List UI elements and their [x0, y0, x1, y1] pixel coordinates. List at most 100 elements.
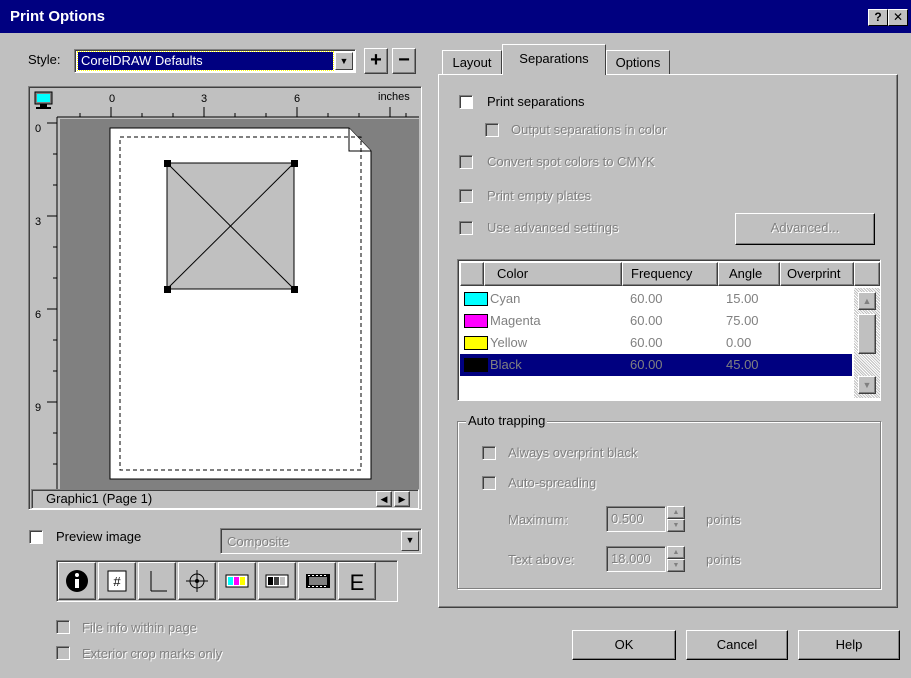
film-negative-icon[interactable]	[298, 562, 336, 600]
auto-trapping-group: Auto trapping Always overprint black Aut…	[457, 413, 881, 589]
preview-image-checkbox[interactable]	[29, 530, 43, 544]
preview-mode-value: Composite	[227, 534, 290, 549]
page-preview[interactable]	[109, 127, 375, 481]
table-row[interactable]: Yellow 60.00 0.00	[460, 332, 852, 354]
cell-color: Black	[490, 357, 522, 372]
file-info-label[interactable]: File info within page	[82, 620, 197, 635]
maximum-spin-up-icon[interactable]: ▲	[667, 506, 685, 519]
advanced-button[interactable]: Advanced...	[735, 213, 875, 245]
style-label: Style:	[28, 52, 61, 67]
svg-text:E: E	[350, 570, 365, 593]
tab-options[interactable]: Options	[606, 50, 670, 74]
style-combo[interactable]: CorelDRAW Defaults ▼	[74, 49, 356, 73]
title-bar[interactable]: Print Options ? ✕	[0, 0, 911, 33]
maximum-value: 0.500	[611, 511, 644, 526]
maximum-label: Maximum:	[508, 512, 568, 527]
tab-separations[interactable]: Separations	[502, 44, 606, 75]
print-separations-checkbox[interactable]	[459, 95, 473, 109]
cell-angle: 45.00	[726, 357, 759, 372]
table-row-selected[interactable]: Black 60.00 45.00	[460, 354, 852, 376]
cancel-button[interactable]: Cancel	[686, 630, 788, 660]
ruler-tick-label: 0	[35, 123, 42, 135]
table-header-overprint[interactable]: Overprint	[780, 262, 854, 286]
always-overprint-checkbox[interactable]	[482, 446, 496, 460]
close-icon[interactable]: ✕	[888, 9, 908, 26]
add-style-button[interactable]: +	[364, 48, 388, 74]
style-value: CorelDRAW Defaults	[81, 53, 203, 68]
ruler-tick-label: 9	[35, 402, 42, 414]
text-above-spin-up-icon[interactable]: ▲	[667, 546, 685, 559]
cell-frequency: 60.00	[630, 335, 663, 350]
output-color-label[interactable]: Output separations in color	[511, 122, 666, 137]
color-swatch	[464, 292, 488, 306]
help-icon[interactable]: ?	[868, 9, 888, 26]
help-button[interactable]: Help	[798, 630, 900, 660]
ruler-tick-label: 6	[35, 309, 42, 321]
scroll-thumb[interactable]	[858, 314, 876, 354]
cell-angle: 15.00	[726, 291, 759, 306]
monitor-icon[interactable]	[33, 91, 55, 111]
auto-spreading-checkbox[interactable]	[482, 476, 496, 490]
chevron-down-icon[interactable]: ▼	[335, 52, 353, 70]
ok-button[interactable]: OK	[572, 630, 676, 660]
convert-spot-checkbox[interactable]	[459, 155, 473, 169]
convert-spot-label[interactable]: Convert spot colors to CMYK	[487, 154, 655, 169]
header-label: Angle	[729, 266, 763, 281]
preview-panel: 0 3 6 inches 0 3 6 9 Graphic1 (Page 1) ◀…	[28, 86, 422, 510]
print-empty-label[interactable]: Print empty plates	[487, 188, 591, 203]
color-swatch	[464, 314, 488, 328]
print-empty-checkbox[interactable]	[459, 189, 473, 203]
svg-text:#: #	[113, 574, 121, 589]
scroll-up-icon[interactable]: ▲	[858, 292, 876, 310]
color-table: Color Frequency Angle Overprint Cyan 60.…	[457, 259, 881, 401]
remove-style-button[interactable]: −	[392, 48, 416, 74]
text-above-unit: points	[706, 552, 741, 567]
graphic-placeholder	[164, 160, 298, 293]
always-overprint-label[interactable]: Always overprint black	[508, 445, 637, 460]
text-above-label: Text above:	[508, 552, 575, 567]
info-icon[interactable]	[58, 562, 96, 600]
ruler-tick-label: 6	[294, 93, 301, 105]
preview-mode-combo[interactable]: Composite ▼	[220, 528, 422, 554]
preview-image-label[interactable]: Preview image	[56, 529, 141, 544]
prev-page-icon[interactable]: ◀	[376, 491, 392, 507]
ruler-tick-label: 0	[109, 93, 116, 105]
chevron-down-icon[interactable]: ▼	[401, 531, 419, 551]
cell-frequency: 60.00	[630, 357, 663, 372]
use-advanced-checkbox[interactable]	[459, 221, 473, 235]
print-separations-label[interactable]: Print separations	[487, 94, 585, 109]
table-header: Color Frequency Angle Overprint	[460, 262, 880, 286]
table-scrollbar[interactable]: ▲ ▼	[854, 288, 880, 398]
emulsion-icon[interactable]: E	[338, 562, 376, 600]
crop-marks-icon[interactable]	[138, 562, 176, 600]
cell-color: Magenta	[490, 313, 541, 328]
color-bars-icon[interactable]	[218, 562, 256, 600]
table-header-angle[interactable]: Angle	[718, 262, 780, 286]
text-above-value: 18.000	[611, 551, 651, 566]
tab-layout[interactable]: Layout	[442, 50, 502, 74]
cell-frequency: 60.00	[630, 313, 663, 328]
use-advanced-label[interactable]: Use advanced settings	[487, 220, 619, 235]
color-swatch	[464, 358, 488, 372]
scroll-down-icon[interactable]: ▼	[858, 376, 876, 394]
auto-spreading-label[interactable]: Auto-spreading	[508, 475, 596, 490]
exterior-crop-checkbox[interactable]	[56, 646, 70, 660]
page-number-icon[interactable]: #	[98, 562, 136, 600]
color-swatch	[464, 336, 488, 350]
text-above-spin-down-icon[interactable]: ▼	[667, 559, 685, 572]
table-header-color[interactable]: Color	[484, 262, 622, 286]
next-page-icon[interactable]: ▶	[394, 491, 410, 507]
table-header-frequency[interactable]: Frequency	[622, 262, 718, 286]
file-info-checkbox[interactable]	[56, 620, 70, 634]
table-row[interactable]: Cyan 60.00 15.00	[460, 288, 852, 310]
text-above-input[interactable]: 18.000	[606, 546, 666, 572]
header-label: Color	[497, 266, 529, 281]
table-row[interactable]: Magenta 60.00 75.00	[460, 310, 852, 332]
exterior-crop-label[interactable]: Exterior crop marks only	[82, 646, 222, 661]
maximum-spin-down-icon[interactable]: ▼	[667, 519, 685, 532]
maximum-input[interactable]: 0.500	[606, 506, 666, 532]
densitometer-icon[interactable]	[258, 562, 296, 600]
output-color-checkbox[interactable]	[485, 123, 499, 137]
maximum-unit: points	[706, 512, 741, 527]
registration-marks-icon[interactable]	[178, 562, 216, 600]
